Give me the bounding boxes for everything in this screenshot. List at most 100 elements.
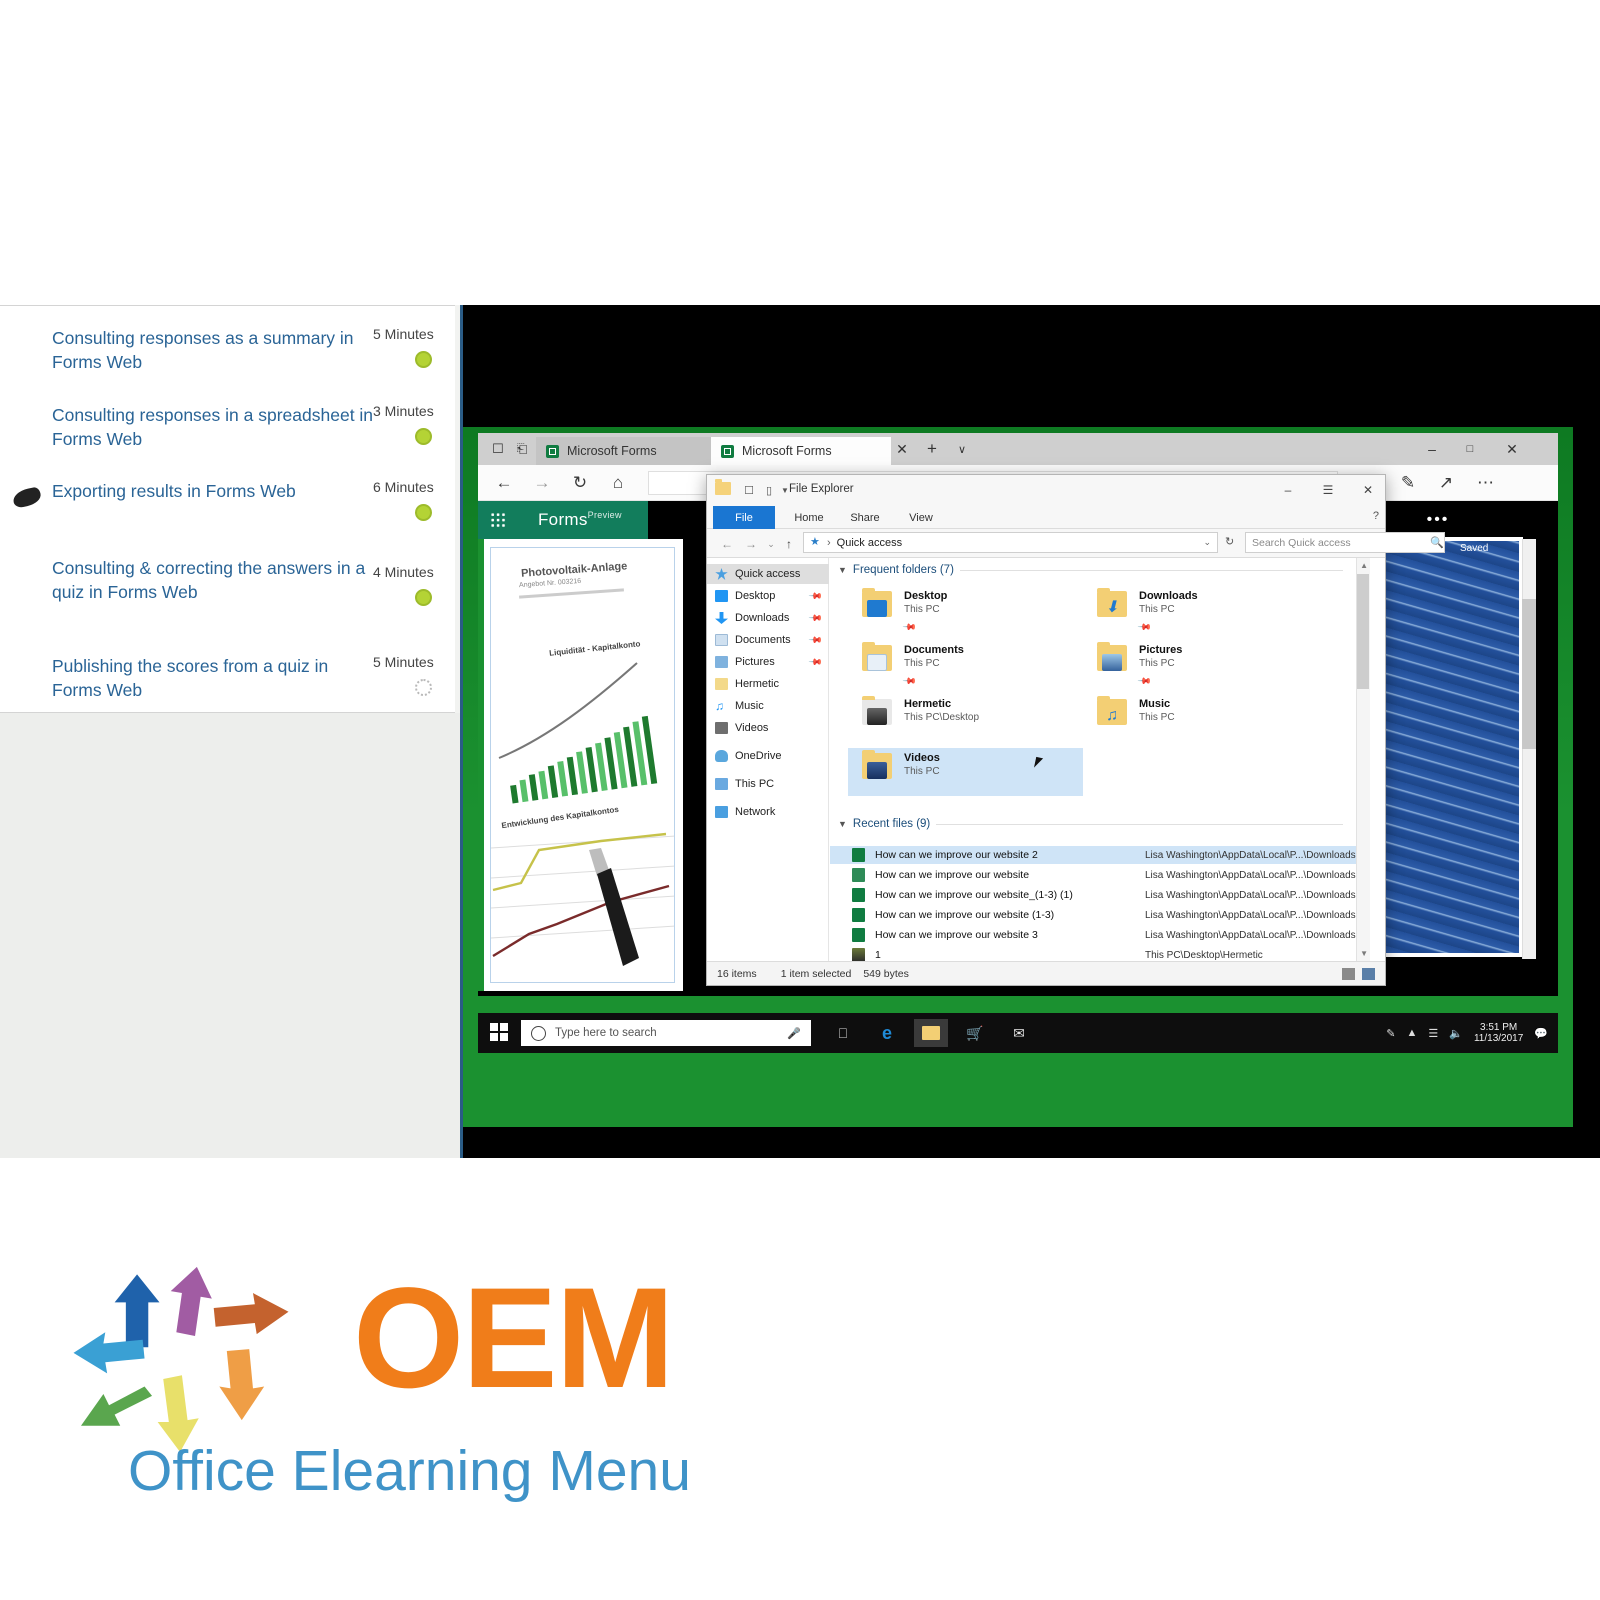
chevron-down-icon[interactable]: ▼ <box>838 565 847 575</box>
folder-card-videos[interactable]: Videos This PC <box>848 748 1083 796</box>
excel-icon <box>852 908 865 922</box>
start-button[interactable] <box>490 1023 508 1041</box>
nav-item-music[interactable]: ♫ Music <box>715 696 825 716</box>
explorer-minimize-button[interactable]: – <box>1273 479 1303 501</box>
nav-item-quick-access[interactable]: Quick access <box>707 564 829 584</box>
explorer-title-bar[interactable]: ☐ ▯ ▼ File Explorer – ☰ ✕ <box>707 475 1385 505</box>
task-view-icon[interactable]: ⎕ <box>826 1019 860 1047</box>
explorer-close-button[interactable]: ✕ <box>1353 479 1383 501</box>
taskbar-clock[interactable]: 3:51 PM 11/13/2017 <box>1474 1022 1523 1045</box>
explorer-recent-icon[interactable]: ⌄ <box>763 536 779 552</box>
file-row[interactable]: 1 This PC\Desktop\Hermetic <box>830 946 1370 961</box>
close-tab-icon[interactable]: ✕ <box>888 436 916 462</box>
scroll-up-icon[interactable]: ▲ <box>1360 561 1368 570</box>
nav-item-network[interactable]: Network <box>715 802 825 822</box>
explorer-up-icon[interactable]: ↑ <box>781 536 797 552</box>
tab-dropdown-icon[interactable]: ∨ <box>948 436 976 462</box>
explorer-forward-icon[interactable]: → <box>743 536 759 552</box>
nav-item-downloads[interactable]: Downloads 📌 <box>715 608 825 628</box>
folder-card-documents[interactable]: Documents This PC 📌 <box>860 640 1075 688</box>
forward-icon[interactable]: → <box>530 471 554 495</box>
network-icon[interactable]: ☰ <box>1428 1027 1438 1040</box>
saved-label: Saved <box>1460 543 1489 554</box>
window-close-button[interactable]: ✕ <box>1498 436 1526 462</box>
properties-icon[interactable]: ☐ <box>741 482 757 498</box>
browser-tab[interactable]: Microsoft Forms <box>536 437 711 465</box>
store-icon[interactable]: 🛒 <box>958 1019 992 1047</box>
picture-icon <box>715 656 728 668</box>
file-path: Lisa Washington\AppData\Local\P...\Downl… <box>1145 869 1356 881</box>
waffle-menu-icon[interactable] <box>490 512 506 528</box>
ribbon-tab-file[interactable]: File <box>713 506 775 529</box>
scroll-down-icon[interactable]: ▼ <box>1360 949 1368 958</box>
share-icon[interactable]: ↗ <box>1434 471 1458 495</box>
lesson-item[interactable]: Consulting responses in a spreadsheet in… <box>52 403 382 451</box>
edge-icon[interactable]: e <box>870 1019 904 1047</box>
ribbon-help-icon[interactable]: ? <box>1373 510 1379 522</box>
mail-icon[interactable]: ✉ <box>1002 1019 1036 1047</box>
ribbon-tab-home[interactable]: Home <box>785 506 833 529</box>
explorer-maximize-button[interactable]: ☰ <box>1313 479 1343 501</box>
large-icons-view-icon[interactable] <box>1362 968 1375 980</box>
action-center-icon[interactable]: 💬 <box>1534 1027 1548 1040</box>
breadcrumb-dropdown-icon[interactable]: ⌄ <box>1203 537 1211 548</box>
search-input[interactable]: Type here to search 🎤 <box>521 1020 811 1046</box>
ribbon-tab-share[interactable]: Share <box>841 506 889 529</box>
nav-item-desktop[interactable]: Desktop 📌 <box>715 586 825 606</box>
explorer-file-area: ▼ Frequent folders (7) Desktop This PC 📌 <box>830 558 1370 961</box>
folder-card-desktop[interactable]: Desktop This PC 📌 <box>860 586 1075 634</box>
nav-item-this-pc[interactable]: This PC <box>715 774 825 794</box>
home-icon[interactable]: ⌂ <box>606 471 630 495</box>
explorer-search-input[interactable]: Search Quick access <box>1245 532 1445 553</box>
lesson-item-current[interactable]: Exporting results in Forms Web <box>52 479 382 503</box>
explorer-back-icon[interactable]: ← <box>719 536 735 552</box>
ribbon-tab-view[interactable]: View <box>897 506 945 529</box>
lesson-item[interactable]: Consulting responses as a summary in For… <box>52 326 382 374</box>
logo-subtitle: Office Elearning Menu <box>128 1439 691 1503</box>
nav-item-documents[interactable]: Documents 📌 <box>715 630 825 650</box>
back-icon[interactable]: ← <box>492 471 516 495</box>
refresh-icon[interactable]: ↻ <box>568 471 592 495</box>
file-row[interactable]: How can we improve our website Lisa Wash… <box>830 866 1370 884</box>
chevron-down-icon[interactable]: ▼ <box>838 819 847 829</box>
nav-item-label: Pictures <box>735 656 775 668</box>
file-row[interactable]: How can we improve our website 2 Lisa Wa… <box>830 846 1370 864</box>
search-icon[interactable]: 🔍 <box>1430 536 1444 549</box>
new-folder-icon[interactable]: ▯ <box>761 482 777 498</box>
explorer-refresh-icon[interactable]: ↻ <box>1225 535 1234 548</box>
folder-card-hermetic[interactable]: Hermetic This PC\Desktop <box>860 694 1075 738</box>
folder-card-music[interactable]: ♫ Music This PC <box>1095 694 1310 738</box>
nav-item-videos[interactable]: Videos <box>715 718 825 738</box>
details-view-icon[interactable] <box>1342 968 1355 980</box>
lesson-item[interactable]: Publishing the scores from a quiz in For… <box>52 654 382 702</box>
lesson-item[interactable]: Consulting & correcting the answers in a… <box>52 556 382 604</box>
tab-preview-icon[interactable]: ☐ <box>490 441 506 457</box>
forms-scrollbar-thumb[interactable] <box>1522 599 1536 749</box>
explorer-breadcrumb[interactable]: ★ › Quick access ⌄ <box>803 532 1218 553</box>
pen-icon[interactable]: ✎ <box>1386 1027 1395 1040</box>
nav-item-hermetic[interactable]: Hermetic <box>715 674 825 694</box>
frequent-folders-header[interactable]: ▼ Frequent folders (7) <box>838 564 1343 576</box>
nav-item-onedrive[interactable]: OneDrive <box>715 746 825 766</box>
window-maximize-button[interactable]: □ <box>1456 436 1484 462</box>
recent-files-header[interactable]: ▼ Recent files (9) <box>838 818 1343 830</box>
window-minimize-button[interactable]: – <box>1418 436 1446 462</box>
show-hidden-icons[interactable]: ▲ <box>1407 1027 1418 1039</box>
file-row[interactable]: How can we improve our website_(1-3) (1)… <box>830 886 1370 904</box>
reading-icon[interactable]: ✎ <box>1396 471 1420 495</box>
file-row[interactable]: How can we improve our website 3 Lisa Wa… <box>830 926 1370 944</box>
folder-card-downloads[interactable]: ⬇ Downloads This PC 📌 <box>1095 586 1310 634</box>
browser-tab-active[interactable]: Microsoft Forms <box>711 437 891 465</box>
nav-item-pictures[interactable]: Pictures 📌 <box>715 652 825 672</box>
volume-icon[interactable]: 🔈 <box>1449 1027 1463 1040</box>
download-icon <box>715 612 728 624</box>
excel-alt-icon <box>852 868 865 882</box>
new-tab-button[interactable]: + <box>918 436 946 462</box>
folder-card-pictures[interactable]: Pictures This PC 📌 <box>1095 640 1310 688</box>
file-row[interactable]: How can we improve our website (1-3) Lis… <box>830 906 1370 924</box>
more-icon[interactable]: ⋯ <box>1474 471 1498 495</box>
explorer-scrollbar-thumb[interactable] <box>1357 574 1369 689</box>
file-explorer-icon[interactable] <box>914 1019 948 1047</box>
microphone-icon[interactable]: 🎤 <box>787 1027 801 1040</box>
set-tabs-aside-icon[interactable]: ⎗ <box>514 441 530 457</box>
